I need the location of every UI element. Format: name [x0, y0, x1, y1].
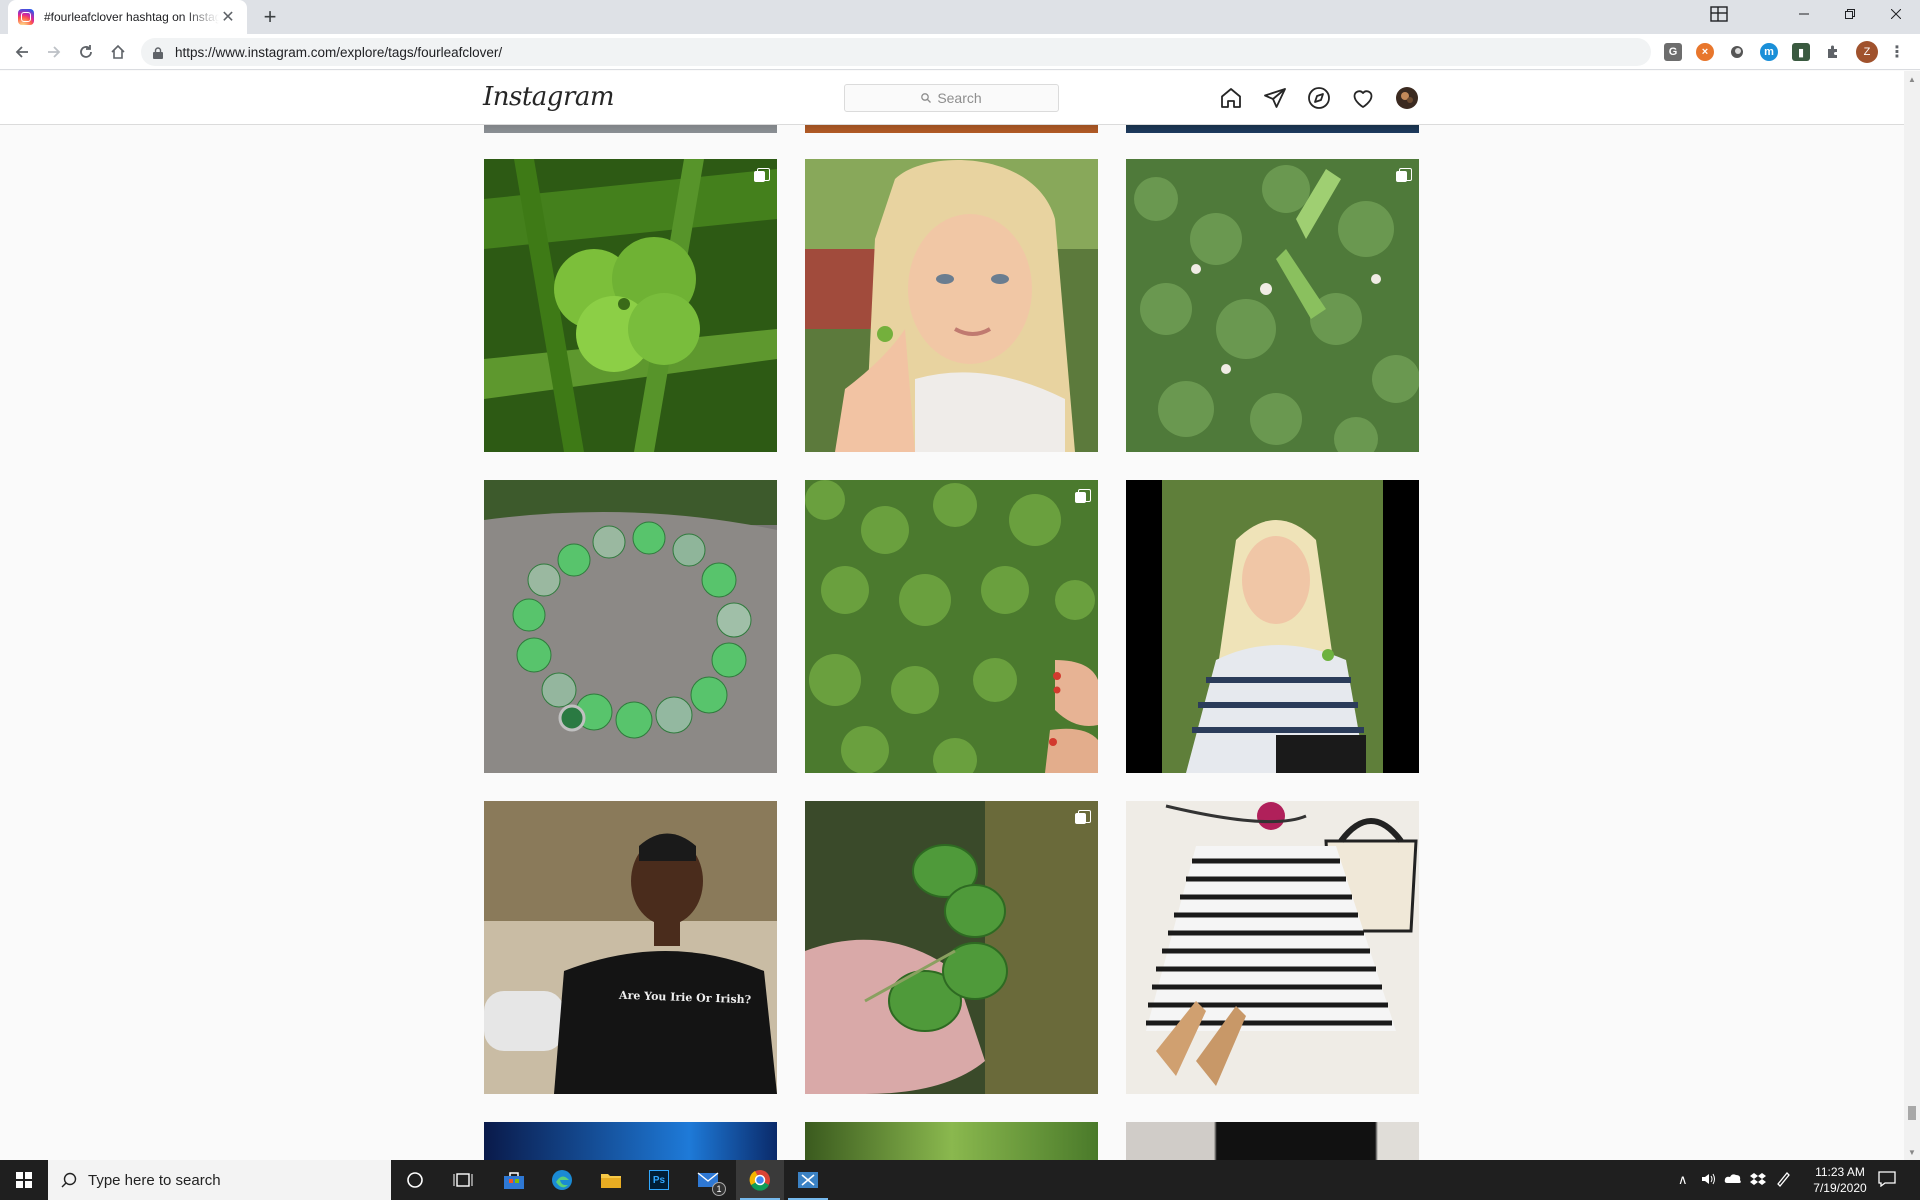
dropbox-icon[interactable]	[1750, 1171, 1766, 1190]
instagram-favicon-icon	[18, 9, 34, 25]
search-icon	[921, 93, 932, 103]
chrome-menu-icon[interactable]: ⋮	[1888, 43, 1906, 61]
new-tab-button[interactable]: +	[256, 4, 284, 32]
home-icon[interactable]	[1219, 86, 1243, 110]
search-icon	[61, 1172, 77, 1188]
url-text: https://www.instagram.com/explore/tags/f…	[175, 44, 503, 60]
extension-green-icon[interactable]: ▮	[1792, 43, 1810, 61]
multiple-photos-icon	[754, 168, 770, 182]
tab-title: #fourleafclover hashtag on Instagram	[44, 10, 219, 24]
tab-close-icon[interactable]: ✕	[219, 7, 237, 27]
scroll-up-arrow-icon[interactable]: ▲	[1908, 75, 1916, 84]
post-partial[interactable]	[1126, 125, 1419, 133]
direct-icon[interactable]	[1263, 86, 1287, 110]
browser-tab-strip: #fourleafclover hashtag on Instagram ✕ +	[0, 0, 1920, 34]
extensions-puzzle-icon[interactable]	[1824, 43, 1842, 61]
post-clover-feet[interactable]	[805, 480, 1098, 773]
snipping-tool-icon[interactable]	[784, 1160, 832, 1200]
chrome-taskbar-icon[interactable]	[736, 1160, 784, 1200]
extension-orange-icon[interactable]: ×	[1696, 43, 1714, 61]
taskbar-search-input[interactable]: Type here to search	[48, 1160, 391, 1200]
address-bar[interactable]: https://www.instagram.com/explore/tags/f…	[141, 38, 1651, 66]
onedrive-icon[interactable]	[1724, 1172, 1742, 1187]
scroll-down-arrow-icon[interactable]: ▼	[1908, 1148, 1916, 1157]
clock-time: 11:23 AM	[1815, 1165, 1865, 1179]
post-partial[interactable]	[484, 125, 777, 133]
lock-icon	[153, 46, 163, 59]
instagram-logo[interactable]: Instagram	[483, 82, 615, 112]
multiple-photos-icon	[1075, 489, 1091, 503]
extension-blue-icon[interactable]: m	[1760, 43, 1778, 61]
pen-icon[interactable]	[1775, 1171, 1791, 1190]
photoshop-icon[interactable]: Ps	[635, 1160, 683, 1200]
restore-icon[interactable]	[1827, 0, 1873, 28]
browser-toolbar: https://www.instagram.com/explore/tags/f…	[0, 34, 1920, 70]
post-jade-bracelet[interactable]	[484, 480, 777, 773]
store-icon[interactable]	[490, 1160, 538, 1200]
windows-taskbar: Type here to search Ps 1 ∧ 11:23 AM 7/19…	[0, 1160, 1920, 1200]
back-icon[interactable]	[8, 38, 36, 66]
edge-icon[interactable]	[538, 1160, 586, 1200]
page-scrollbar[interactable]: ▲ ▼	[1904, 71, 1920, 1160]
volume-icon[interactable]	[1700, 1171, 1716, 1190]
extension-circle-icon[interactable]	[1728, 43, 1746, 61]
taskbar-search-placeholder: Type here to search	[88, 1171, 221, 1189]
extension-g-icon[interactable]: G	[1664, 43, 1682, 61]
post-woman-selfie[interactable]	[1126, 480, 1419, 773]
explore-grid: Are You Irie Or Irish?	[0, 125, 1904, 1160]
reload-icon[interactable]	[72, 38, 100, 66]
close-window-icon[interactable]	[1873, 0, 1919, 28]
minimize-icon[interactable]	[1781, 0, 1827, 28]
post-child-clover[interactable]	[805, 159, 1098, 452]
scrollbar-thumb[interactable]	[1908, 1106, 1916, 1120]
clock-date: 7/19/2020	[1813, 1181, 1867, 1195]
file-explorer-icon[interactable]	[587, 1160, 635, 1200]
multiple-photos-icon	[1396, 168, 1412, 182]
search-input[interactable]: Search	[844, 84, 1059, 112]
post-partial[interactable]	[805, 125, 1098, 133]
home-button-icon[interactable]	[104, 38, 132, 66]
post-hand-clover[interactable]	[805, 801, 1098, 1094]
explore-icon[interactable]	[1307, 86, 1331, 110]
multiple-photos-icon	[1075, 810, 1091, 824]
post-clover-patch[interactable]	[1126, 159, 1419, 452]
search-placeholder: Search	[937, 90, 982, 106]
forward-icon[interactable]	[40, 38, 68, 66]
browser-tab[interactable]: #fourleafclover hashtag on Instagram ✕	[8, 0, 247, 34]
system-clock[interactable]: 11:23 AM 7/19/2020	[1800, 1164, 1880, 1196]
mail-badge: 1	[712, 1182, 726, 1196]
profile-avatar-icon[interactable]: Z	[1856, 41, 1878, 63]
post-partial[interactable]	[1126, 1122, 1419, 1160]
windows-start-icon[interactable]	[0, 1160, 48, 1200]
mail-icon[interactable]: 1	[684, 1160, 732, 1200]
post-clover-dew[interactable]	[484, 159, 777, 452]
post-partial[interactable]	[484, 1122, 777, 1160]
task-view-icon[interactable]	[439, 1160, 487, 1200]
post-partial[interactable]	[805, 1122, 1098, 1160]
post-skirt-outfit[interactable]	[1126, 801, 1419, 1094]
activity-heart-icon[interactable]	[1351, 86, 1375, 110]
tray-chevron-icon[interactable]: ∧	[1678, 1172, 1688, 1188]
tab-search-icon[interactable]	[1696, 0, 1742, 28]
instagram-header: Instagram Search	[0, 71, 1904, 125]
notifications-icon[interactable]	[1878, 1171, 1896, 1190]
cortana-icon[interactable]	[391, 1160, 439, 1200]
profile-avatar[interactable]	[1395, 86, 1419, 110]
post-man-tshirt[interactable]: Are You Irie Or Irish?	[484, 801, 777, 1094]
